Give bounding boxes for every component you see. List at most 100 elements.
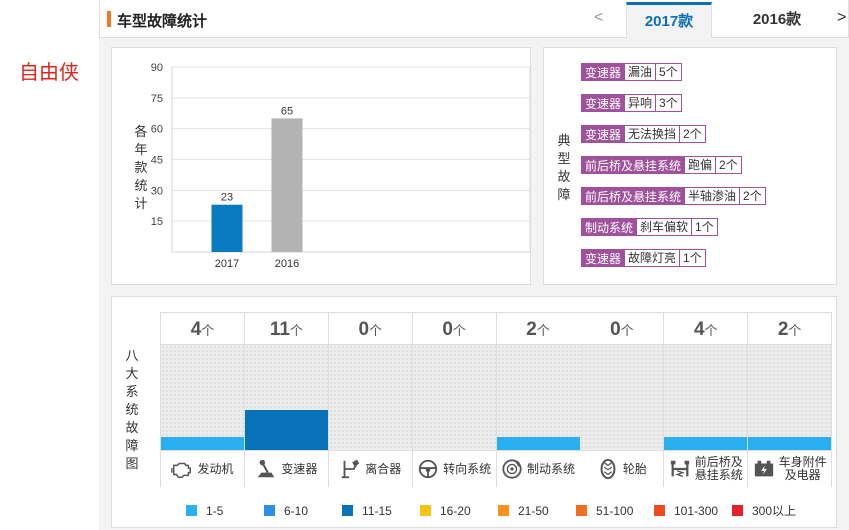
fault-type: 半轴渗油 [685,187,741,205]
fault-system: 前后桥及悬挂系统 [581,187,686,205]
bar-track [412,345,496,450]
legend-item: 300以上 [732,502,810,519]
system-bar [496,437,580,450]
fault-count: 2个 [716,156,742,174]
faults-label: 典型故障 [557,133,571,202]
legend-swatch [498,505,509,516]
bar-track [748,345,832,450]
steering-wheel-icon [418,459,438,479]
system-count: 4个 [664,312,748,345]
fault-count: 1个 [692,218,718,236]
system-count: 11个 [244,312,328,345]
chevron-left-icon[interactable]: < [594,9,603,27]
fault-item[interactable]: 制动系统 刹车偏软 1个 [581,218,718,236]
year-chart-box: 各年款统计 15 30 45 60 75 90 23 2017 65 2016 [111,47,531,285]
typical-faults-box: 典型故障 变速器 漏油 5个 变速器 异响 3个变速器 无法换挡 2个前后桥及悬挂系统 跑偏 2个… [543,47,837,285]
engine-icon [171,462,192,478]
system-count: 2个 [496,312,580,345]
tab-2017[interactable]: 2017款 [626,2,712,38]
legend-item: 1-5 [186,502,264,519]
count-unit: 个 [788,323,802,338]
system-column[interactable]: 11个变速器 [244,312,329,487]
count-unit: 个 [452,323,466,338]
chart-ylabel: 各年款统计 [134,124,148,211]
fault-count: 2个 [740,187,766,205]
fault-system: 变速器 [581,125,626,143]
legend-swatch [576,505,587,516]
systems-box: 八大系统故障图 4个 发动机 11个 变速器 0个 离合器 0个 转向系统 2个 制动系统 0个 轮胎… [111,296,837,528]
year-bar-chart: 15 30 45 60 75 90 23 2017 65 2016 [151,62,531,270]
legend: 1-5 6-10 11-15 16-20 21-50 51-100 101-300 300以上 [186,502,810,519]
system-name: 制动系统 [526,461,575,476]
count-value: 4 [693,319,705,340]
count-unit: 个 [704,323,718,338]
count-value: 11 [269,319,290,340]
y-tick-label: 15 [151,216,163,228]
system-column[interactable]: 0个 离合器 [328,312,413,487]
system-name: 车身附件 及电器 [778,455,827,482]
system-column[interactable]: 2个车身附件 及电器 [748,312,832,487]
fault-item[interactable]: 前后桥及悬挂系统 跑偏 2个 [581,156,742,174]
system-column[interactable]: 4个前后桥及 悬挂系统 [664,312,749,487]
system-name: 发动机 [197,461,234,476]
legend-item: 51-100 [576,502,654,519]
count-value: 2 [777,319,789,340]
fault-type: 刹车偏软 [637,218,693,236]
system-footer: 离合器 [328,450,412,487]
tab-2016[interactable]: 2016款 [734,2,820,38]
legend-label: 11-15 [362,503,392,518]
y-tick-label: 30 [151,185,163,197]
bar-2016 [271,118,303,252]
system-count: 2个 [748,312,832,345]
systems-grid: 4个 发动机 11个 变速器 0个 离合器 0个 转向系统 2个 制动系统 0个 轮胎 4个 前后桥及 悬挂… [160,312,832,487]
fault-count: 1个 [680,249,706,267]
legend-swatch [654,505,665,516]
count-value: 4 [190,319,202,340]
bar-track [328,345,412,450]
bar-2017 [211,204,243,252]
count-unit: 个 [369,323,383,338]
fault-type: 异响 [625,94,657,112]
legend-item: 16-20 [420,502,498,519]
legend-item: 21-50 [498,502,576,519]
system-bar [748,437,832,450]
legend-swatch [186,505,197,516]
legend-swatch [264,505,275,516]
system-column[interactable]: 4个发动机 [161,312,245,487]
system-name: 变速器 [281,461,318,476]
fault-system: 前后桥及悬挂系统 [581,156,686,174]
count-unit: 个 [201,323,215,338]
fault-item[interactable]: 前后桥及悬挂系统 半轴渗油 2个 [581,187,766,205]
chevron-right-icon[interactable]: > [837,9,846,27]
system-name: 转向系统 [443,461,492,476]
system-bar [244,410,328,450]
legend-label: 300以上 [752,504,797,518]
fault-system: 制动系统 [581,218,638,236]
legend-swatch [342,505,353,516]
system-footer: 发动机 [161,450,244,487]
legend-label: 6-10 [284,503,309,518]
gearshift-icon [258,459,275,478]
legend-item: 6-10 [264,502,342,519]
data-label: 65 [281,105,293,117]
brand-name: 自由侠 [19,62,79,84]
system-count: 0个 [412,312,496,345]
system-column[interactable]: 0个 轮胎 [580,312,665,487]
bar-track [496,345,580,450]
clutch-pedal-icon [341,459,360,479]
fault-system: 变速器 [581,63,626,81]
fault-item[interactable]: 变速器 无法换挡 2个 [581,125,706,143]
panel-title: 车型故障统计 [117,13,208,30]
count-unit: 个 [289,323,303,338]
fault-item[interactable]: 变速器 漏油 5个 [581,63,682,81]
count-value: 0 [442,319,453,340]
bar-track [161,345,244,450]
fault-item[interactable]: 变速器 故障灯亮 1个 [581,249,706,267]
system-column[interactable]: 2个制动系统 [496,312,581,487]
fault-item[interactable]: 变速器 异响 3个 [581,94,682,112]
y-tick-label: 60 [151,124,163,136]
system-column[interactable]: 0个转向系统 [412,312,497,487]
system-footer: 前后桥及 悬挂系统 [664,450,748,487]
system-name: 轮胎 [622,461,647,476]
legend-label: 1-5 [206,503,224,518]
